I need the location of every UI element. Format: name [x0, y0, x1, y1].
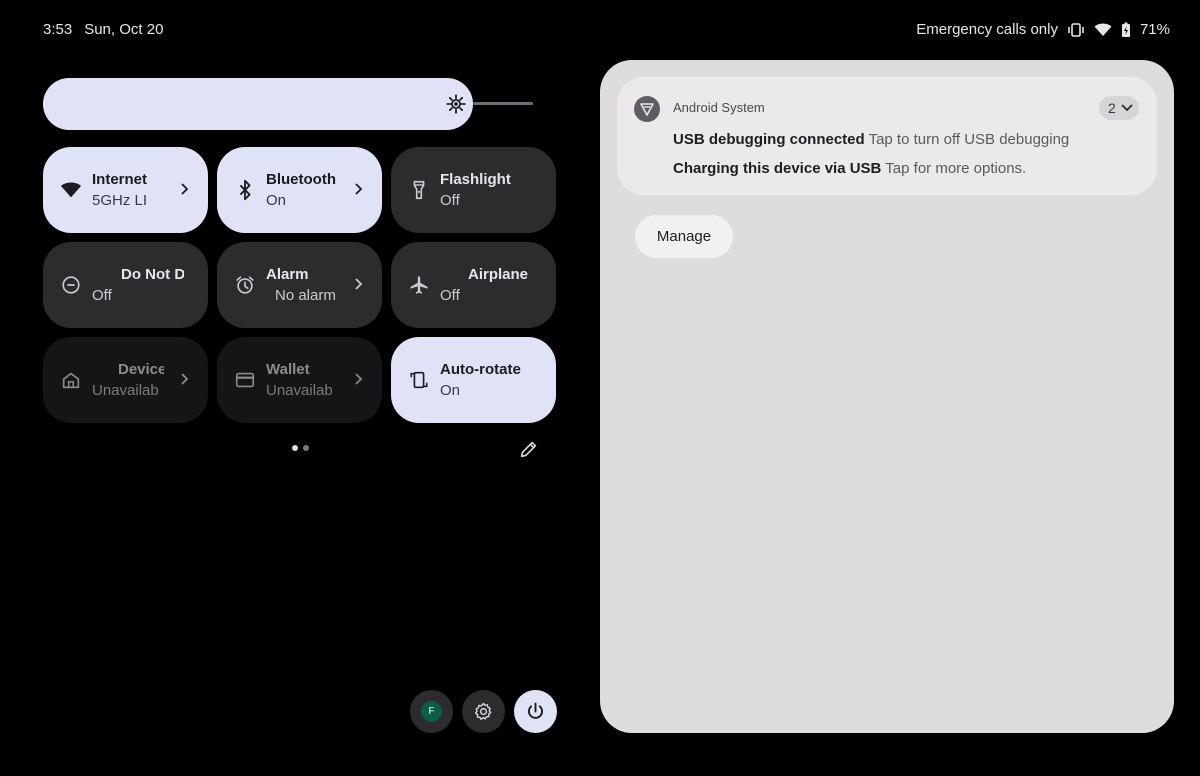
- tile-flashlight[interactable]: Flashlight Off: [391, 147, 556, 233]
- chevron-right-icon: [181, 373, 189, 385]
- home-icon: [62, 372, 80, 389]
- bluetooth-icon: [239, 179, 251, 201]
- chevron-down-icon: [1121, 104, 1133, 112]
- auto-rotate-icon: [410, 371, 428, 389]
- tile-status: Unavailab: [92, 382, 159, 399]
- page-dot: [303, 445, 309, 451]
- notification-expand-button[interactable]: 2: [1099, 96, 1139, 120]
- user-switcher-button[interactable]: F: [410, 690, 453, 733]
- tile-status: On: [440, 382, 461, 399]
- tile-label: Device: [118, 361, 164, 378]
- brightness-slider-track: [473, 102, 533, 105]
- tile-internet[interactable]: Internet 5GHz LI: [43, 147, 208, 233]
- notification-count: 2: [1108, 100, 1116, 116]
- notification-card[interactable]: Android System 2 USB debugging connected…: [617, 77, 1157, 195]
- notification-text: Tap for more options.: [885, 160, 1027, 177]
- notification-title: Charging this device via USB: [673, 160, 882, 177]
- tile-device-controls[interactable]: Device Unavailab: [43, 337, 208, 423]
- carrier-text: Emergency calls only: [916, 21, 1058, 38]
- tile-status: Off: [440, 287, 460, 304]
- notification-item[interactable]: USB debugging connected Tap to turn off …: [673, 131, 1069, 148]
- tile-do-not-disturb[interactable]: Do Not D Off: [43, 242, 208, 328]
- tile-auto-rotate[interactable]: Auto-rotate On: [391, 337, 556, 423]
- notification-title: USB debugging connected: [673, 131, 865, 148]
- tile-label: Wallet: [266, 361, 310, 378]
- notification-panel: Android System 2 USB debugging connected…: [600, 60, 1174, 733]
- wallet-icon: [235, 372, 255, 388]
- do-not-disturb-icon: [62, 276, 80, 294]
- tile-status: Unavailab: [266, 382, 333, 399]
- clock: 3:53: [43, 21, 73, 38]
- status-bar-right: Emergency calls only 71%: [916, 21, 1170, 38]
- power-icon: [528, 702, 543, 719]
- battery-percent: 71%: [1139, 21, 1170, 38]
- page-indicator: [292, 445, 309, 451]
- brightness-slider[interactable]: [43, 78, 533, 130]
- tile-label: Do Not D: [121, 266, 184, 283]
- tile-alarm[interactable]: Alarm No alarm: [217, 242, 382, 328]
- tile-status: On: [266, 192, 287, 209]
- tile-label: Auto-rotate: [440, 361, 521, 378]
- date: Sun, Oct 20: [84, 21, 164, 38]
- tile-status: Off: [440, 192, 460, 209]
- tile-wallet[interactable]: Wallet Unavailab: [217, 337, 382, 423]
- android-system-icon: [634, 96, 660, 122]
- flashlight-icon: [413, 180, 425, 200]
- notification-app-name: Android System: [673, 100, 765, 115]
- vibrate-icon: [1067, 22, 1085, 37]
- tile-label: Alarm: [266, 266, 309, 283]
- chevron-right-icon: [355, 278, 363, 290]
- gear-icon: [474, 702, 492, 721]
- tile-airplane-mode[interactable]: Airplane Off: [391, 242, 556, 328]
- brightness-icon: [446, 94, 466, 114]
- tile-status: Off: [92, 287, 112, 304]
- settings-button[interactable]: [462, 690, 505, 733]
- page-dot-active: [292, 445, 298, 451]
- notification-item[interactable]: Charging this device via USB Tap for mor…: [673, 160, 1026, 177]
- notification-text: Tap to turn off USB debugging: [868, 131, 1070, 148]
- tile-bluetooth[interactable]: Bluetooth On: [217, 147, 382, 233]
- status-bar-left: 3:53 Sun, Oct 20: [43, 21, 163, 38]
- manage-notifications-button[interactable]: Manage: [635, 215, 733, 258]
- tile-status: No alarm: [275, 287, 336, 304]
- edit-pencil-icon[interactable]: [518, 438, 540, 460]
- alarm-icon: [236, 276, 254, 294]
- tile-status: 5GHz LI: [92, 192, 148, 209]
- brightness-slider-fill[interactable]: [43, 78, 473, 130]
- chevron-right-icon: [181, 183, 189, 195]
- tile-label: Bluetooth: [266, 171, 336, 188]
- tile-label: Airplane: [468, 266, 529, 283]
- tile-label: Flashlight: [440, 171, 511, 188]
- tile-label: Internet: [92, 171, 148, 188]
- chevron-right-icon: [355, 183, 363, 195]
- chevron-right-icon: [355, 373, 363, 385]
- power-button[interactable]: [514, 690, 557, 733]
- wifi-icon: [60, 182, 82, 198]
- battery-charging-icon: [1121, 22, 1131, 38]
- airplane-icon: [410, 276, 428, 294]
- avatar: F: [421, 701, 442, 722]
- wifi-icon: [1094, 23, 1112, 37]
